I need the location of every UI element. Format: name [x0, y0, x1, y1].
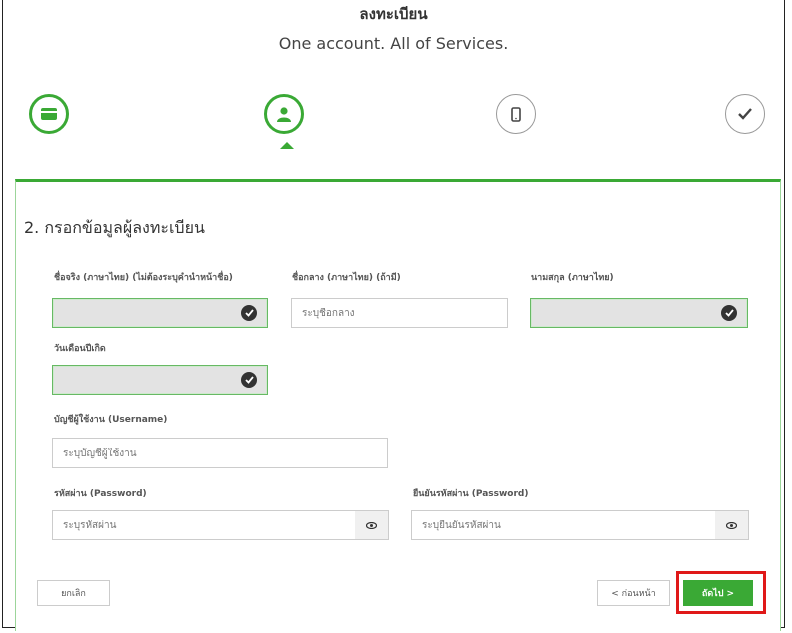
- password-label: รหัสผ่าน (Password): [54, 489, 147, 499]
- cancel-button[interactable]: ยกเลิก: [37, 580, 110, 606]
- step-user-info[interactable]: [264, 94, 304, 134]
- active-step-caret: [280, 142, 294, 149]
- username-input[interactable]: [63, 447, 387, 459]
- valid-check-icon: [241, 305, 257, 321]
- first-name-field[interactable]: [52, 298, 268, 328]
- user-icon: [277, 106, 291, 122]
- last-name-label: นามสกุล (ภาษาไทย): [531, 273, 614, 283]
- step-mobile[interactable]: [496, 94, 536, 134]
- username-label: บัญชีผู้ใช้งาน (Username): [54, 415, 168, 425]
- step-id-card[interactable]: [29, 94, 69, 134]
- birth-date-label: วันเดือนปีเกิด: [54, 344, 106, 354]
- confirm-password-input[interactable]: [422, 519, 715, 531]
- next-button-highlight: [676, 571, 766, 614]
- password-field[interactable]: [52, 510, 356, 540]
- back-button[interactable]: < ก่อนหน้า: [597, 580, 670, 606]
- first-name-label: ชื่อจริง (ภาษาไทย) (ไม่ต้องระบุคำนำหน้าช…: [54, 273, 233, 283]
- eye-icon: [726, 521, 737, 529]
- form-panel: [15, 179, 781, 631]
- eye-icon: [366, 521, 377, 529]
- middle-name-field[interactable]: [291, 298, 508, 328]
- page-title: ลงทะเบียน: [359, 5, 428, 23]
- valid-check-icon: [241, 372, 257, 388]
- confirm-password-field[interactable]: [411, 510, 716, 540]
- middle-name-input[interactable]: [302, 307, 507, 319]
- username-field[interactable]: [52, 438, 388, 468]
- password-input[interactable]: [63, 519, 355, 531]
- middle-name-label: ชื่อกลาง (ภาษาไทย) (ถ้ามี): [292, 273, 401, 283]
- birth-date-field[interactable]: [52, 365, 268, 395]
- confirm-password-label: ยืนยันรหัสผ่าน (Password): [413, 489, 529, 499]
- valid-check-icon: [721, 305, 737, 321]
- id-card-icon: [41, 108, 57, 120]
- last-name-field[interactable]: [530, 298, 748, 328]
- show-confirm-password-toggle[interactable]: [715, 510, 749, 540]
- page-subtitle: One account. All of Services.: [278, 34, 509, 53]
- form-heading: 2. กรอกข้อมูลผู้ลงทะเบียน: [24, 218, 205, 237]
- step-complete[interactable]: [725, 94, 765, 134]
- mobile-icon: [511, 106, 521, 122]
- checkmark-icon: [738, 108, 752, 120]
- show-password-toggle[interactable]: [355, 510, 389, 540]
